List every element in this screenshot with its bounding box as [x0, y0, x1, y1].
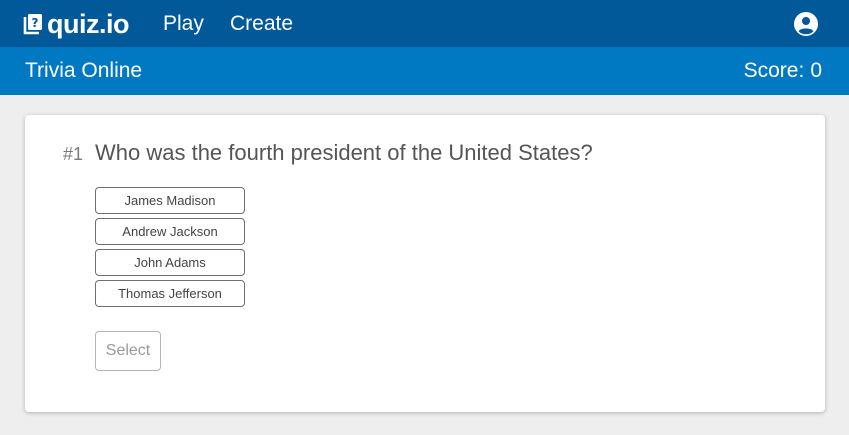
question-card: #1 Who was the fourth president of the U…	[25, 115, 825, 412]
brand-name: quiz.io	[47, 9, 129, 39]
account-circle-icon[interactable]	[794, 12, 818, 36]
answer-option-james-madison[interactable]: James Madison	[95, 187, 245, 214]
score-value: 0	[810, 59, 822, 82]
question-book-icon: ?	[21, 13, 43, 35]
quiz-header-bar: Trivia Online Score: 0	[0, 47, 849, 95]
select-button[interactable]: Select	[95, 331, 161, 371]
score-display: Score: 0	[744, 58, 822, 84]
brand-logo[interactable]: ? quiz.io	[21, 8, 129, 40]
answer-options: James Madison Andrew Jackson John Adams …	[95, 187, 245, 311]
question-text: Who was the fourth president of the Unit…	[95, 140, 593, 165]
nav-play-link[interactable]: Play	[163, 10, 204, 38]
answer-option-john-adams[interactable]: John Adams	[95, 249, 245, 276]
top-navbar: ? quiz.io Play Create	[0, 0, 849, 47]
answer-option-thomas-jefferson[interactable]: Thomas Jefferson	[95, 280, 245, 307]
quiz-title: Trivia Online	[25, 59, 143, 82]
svg-text:?: ?	[32, 16, 39, 30]
nav-create-link[interactable]: Create	[230, 10, 293, 38]
question-number: #1	[63, 144, 84, 164]
score-label: Score:	[743, 59, 805, 82]
answer-option-andrew-jackson[interactable]: Andrew Jackson	[95, 218, 245, 245]
